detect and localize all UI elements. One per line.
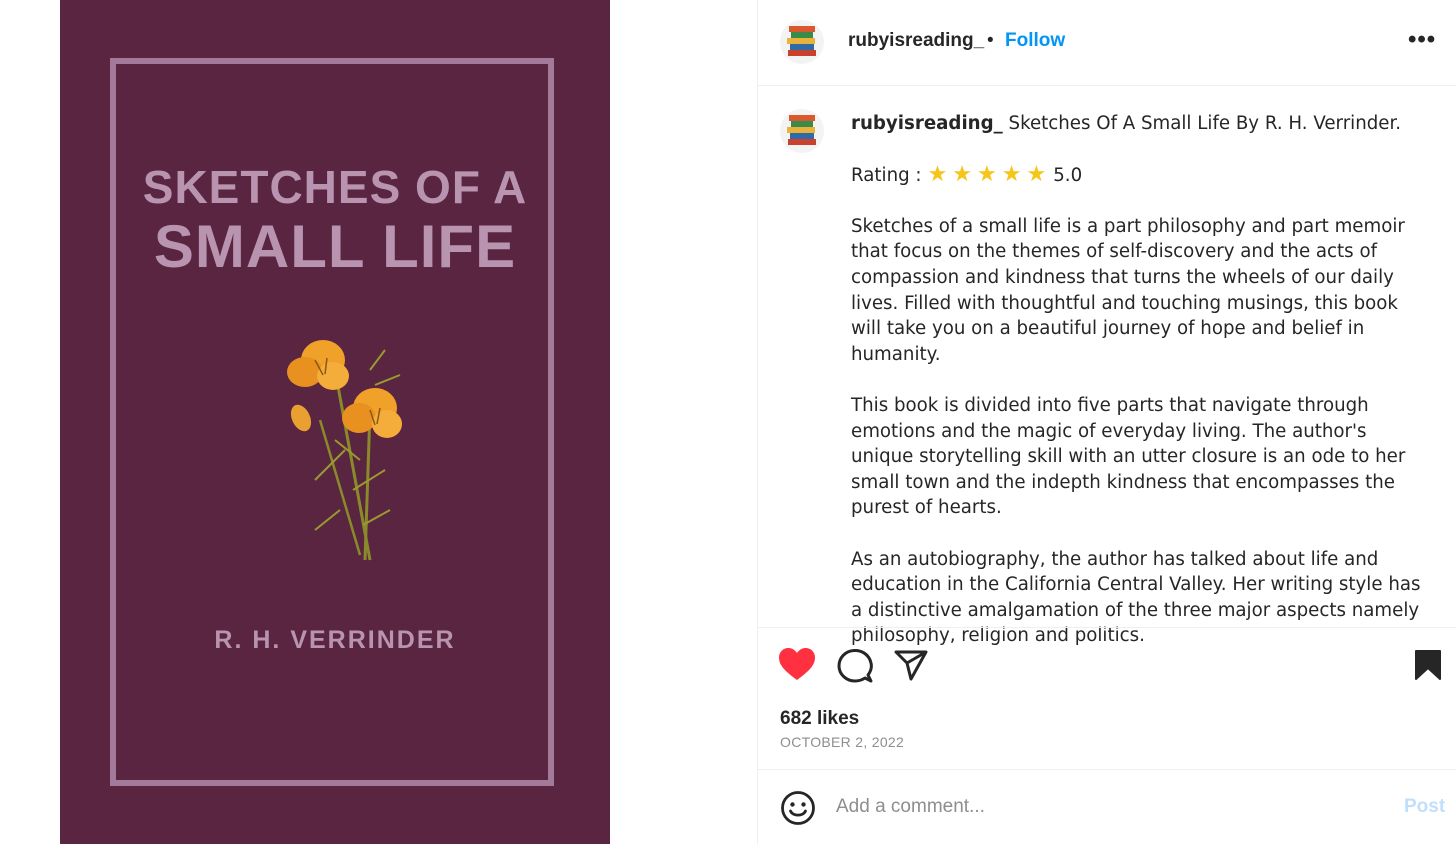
separator-dot: • [987,30,994,51]
header-username[interactable]: rubyisreading_ [848,30,984,52]
post-media: SKETCHES OF A SMALL LIFE R. H. VERRINDER [0,0,757,844]
books-stack-avatar-icon [787,26,816,56]
paper-plane-icon[interactable] [894,649,928,681]
cover-author: R. H. VERRINDER [214,626,456,654]
likes-count[interactable]: 682 likes [780,708,859,730]
book-cover-image: SKETCHES OF A SMALL LIFE R. H. VERRINDER [60,0,610,844]
post-comment-button[interactable]: Post [1404,796,1445,818]
caption-first-line: rubyisreading_ Sketches Of A Small Life … [851,111,1431,137]
star-icon: ★ [1026,162,1047,188]
heart-icon[interactable] [779,648,815,682]
caption-title: Sketches Of A Small Life By R. H. Verrin… [1002,113,1402,134]
rating-line: Rating : ★ ★ ★ ★ ★ 5.0 [851,163,1431,189]
smiley-icon[interactable] [780,790,816,826]
post-actions: 682 likes OCTOBER 2, 2022 [758,627,1456,769]
avatar[interactable] [780,20,824,64]
cover-title-line1: SKETCHES OF A [142,161,528,213]
comment-bubble-icon[interactable] [837,648,873,684]
rating-value: 5.0 [1053,164,1083,186]
more-options-icon[interactable]: ••• [1408,26,1436,54]
caption-paragraph-1: Sketches of a small life is a part philo… [851,215,1405,365]
caption-text: rubyisreading_ Sketches Of A Small Life … [851,111,1431,649]
caption-area: rubyisreading_ Sketches Of A Small Life … [758,87,1456,646]
post-header: rubyisreading_ • Follow ••• [758,0,1456,86]
caption-avatar[interactable] [780,109,824,153]
instagram-post-view: SKETCHES OF A SMALL LIFE R. H. VERRINDER… [0,0,1456,844]
bookmark-icon[interactable] [1414,649,1442,681]
rating-stars: ★ ★ ★ ★ ★ [928,164,1052,186]
star-icon: ★ [1001,162,1022,188]
books-stack-avatar-icon [787,115,816,145]
star-icon: ★ [952,162,973,188]
post-date: OCTOBER 2, 2022 [780,734,905,750]
comment-input[interactable] [836,792,1376,822]
poppy-flower-illustration [287,340,402,561]
star-icon: ★ [927,162,948,188]
cover-title-line2: SMALL LIFE [153,213,517,280]
star-icon: ★ [977,162,997,188]
caption-username[interactable]: rubyisreading_ [851,113,1003,134]
follow-button[interactable]: Follow [1005,30,1065,52]
rating-label: Rating : [851,164,922,186]
post-side-panel: rubyisreading_ • Follow ••• rubyisreadin… [757,0,1456,844]
caption-paragraph-2: This book is divided into five parts tha… [851,394,1406,519]
comment-bar: Post [758,769,1456,844]
